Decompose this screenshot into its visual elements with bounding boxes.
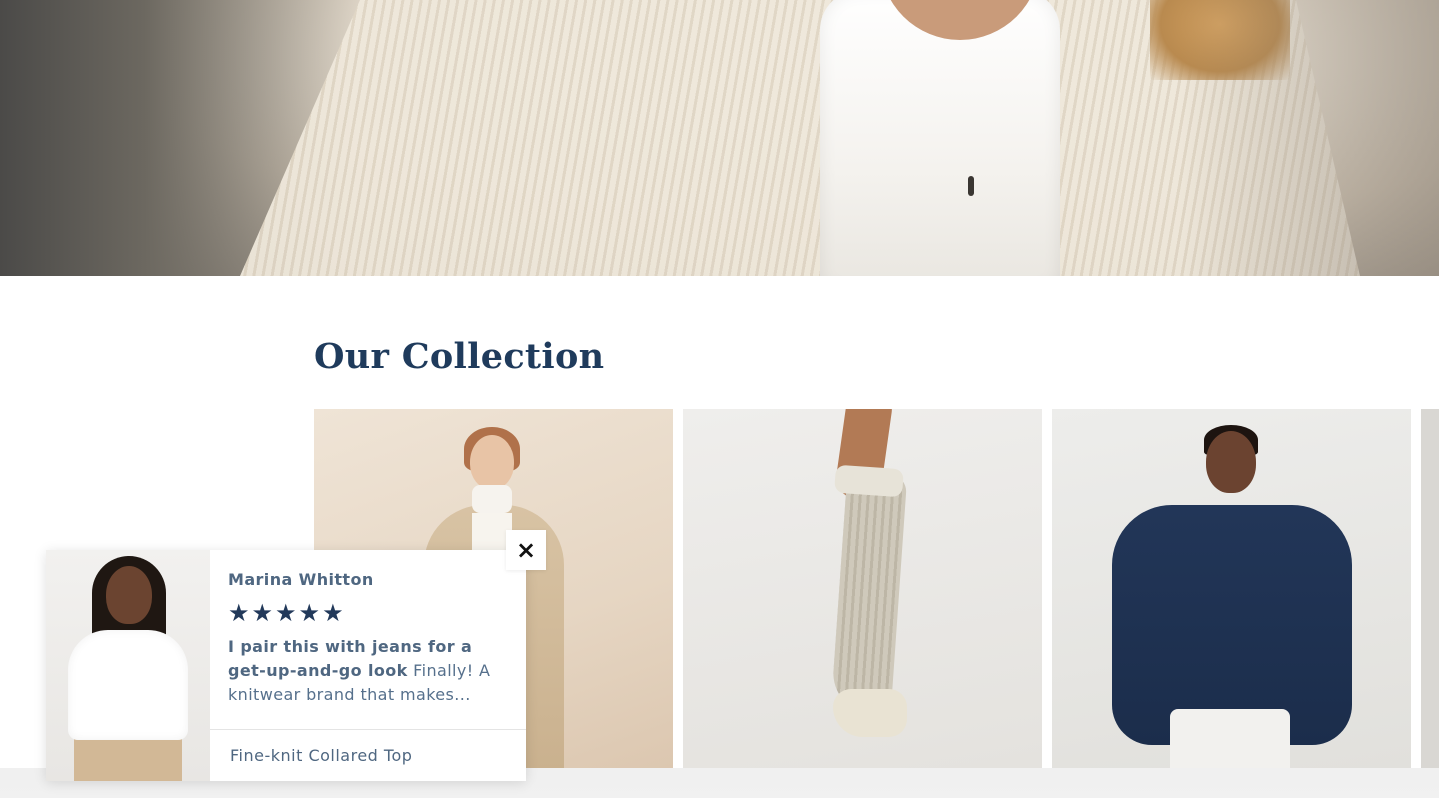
close-icon: × xyxy=(515,536,537,564)
hero-white-shirt xyxy=(820,0,1060,276)
photo-model-top xyxy=(68,630,188,740)
product-image-sock xyxy=(830,471,908,715)
review-content: Marina Whitton ★ ★ ★ ★ ★ I pair this wit… xyxy=(228,570,512,707)
hero-banner-image xyxy=(0,0,1439,276)
product-image-collar xyxy=(472,485,512,513)
product-image-model-head xyxy=(470,435,514,489)
star-rating: ★ ★ ★ ★ ★ xyxy=(228,601,512,625)
product-image-pants xyxy=(1170,709,1290,768)
divider xyxy=(210,729,526,730)
review-product-photo xyxy=(46,550,210,781)
product-card[interactable] xyxy=(1052,409,1411,768)
reviewer-name: Marina Whitton xyxy=(228,570,374,589)
page: Our Collection Marina Whitton ★ ★ ★ ★ ★ … xyxy=(0,0,1439,798)
star-icon: ★ xyxy=(322,599,344,627)
product-image-sock-cuff xyxy=(834,464,904,498)
hero-shadow-right xyxy=(1179,0,1439,276)
star-icon: ★ xyxy=(275,599,297,627)
collection-title: Our Collection xyxy=(314,336,605,377)
hero-shirt-button xyxy=(968,176,974,196)
product-card-partial[interactable] xyxy=(1421,409,1439,768)
star-icon: ★ xyxy=(228,599,250,627)
product-image-model-head xyxy=(1206,431,1256,493)
review-text[interactable]: I pair this with jeans for a get-up-and-… xyxy=(228,635,512,707)
close-button[interactable]: × xyxy=(506,530,546,570)
review-popup[interactable]: Marina Whitton ★ ★ ★ ★ ★ I pair this wit… xyxy=(46,550,526,781)
reviewed-product-link[interactable]: Fine-knit Collared Top xyxy=(230,746,412,765)
star-icon: ★ xyxy=(251,599,274,627)
photo-model-head xyxy=(106,566,152,624)
product-image-sock-toe xyxy=(833,689,907,737)
review-body: Marina Whitton ★ ★ ★ ★ ★ I pair this wit… xyxy=(210,550,526,781)
star-icon: ★ xyxy=(298,599,321,627)
product-card[interactable] xyxy=(683,409,1042,768)
